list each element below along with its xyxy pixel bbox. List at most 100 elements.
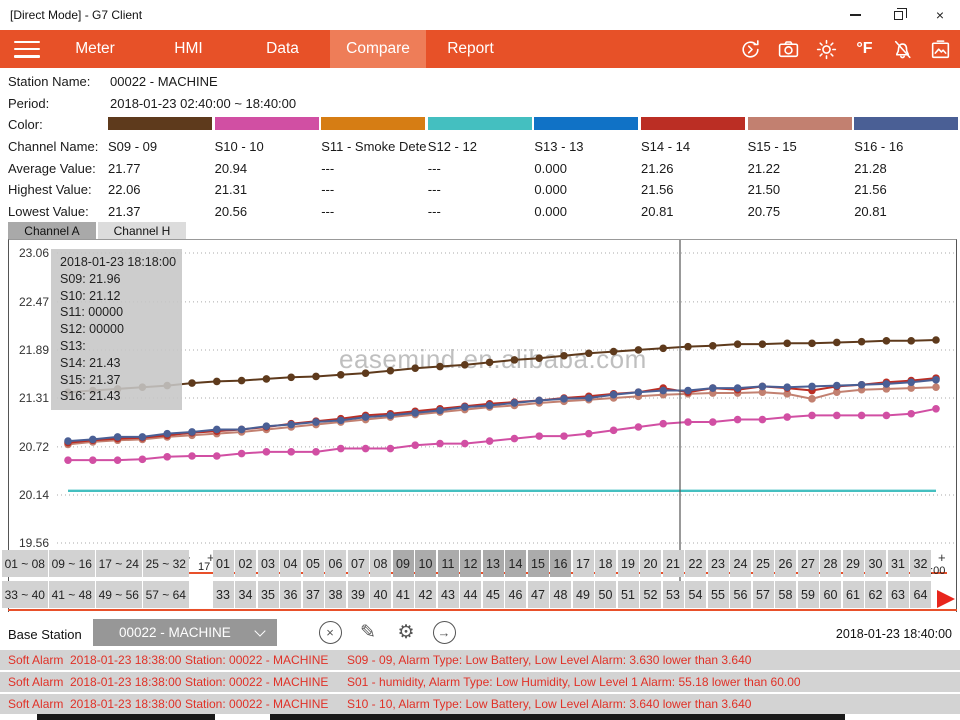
pencil-icon[interactable]: ✎ (355, 619, 381, 645)
scrollbar-segment[interactable] (270, 714, 845, 720)
channel-button-14[interactable]: 14 (505, 550, 526, 577)
channel-button-24[interactable]: 24 (730, 550, 751, 577)
nav-item-hmi[interactable]: HMI (166, 30, 211, 68)
channel-button-45[interactable]: 45 (483, 581, 504, 608)
tab-channel-a[interactable]: Channel A (8, 222, 96, 239)
channel-button-33[interactable]: 33 (213, 581, 234, 608)
channel-button-19[interactable]: 19 (618, 550, 639, 577)
channel-button-10[interactable]: 10 (415, 550, 436, 577)
channel-button-56[interactable]: 56 (730, 581, 751, 608)
channel-button-62[interactable]: 62 (865, 581, 886, 608)
channel-button-40[interactable]: 40 (370, 581, 391, 608)
channel-button-13[interactable]: 13 (483, 550, 504, 577)
close-button[interactable]: × (930, 6, 950, 24)
camera-icon[interactable] (777, 38, 800, 61)
menu-icon[interactable] (14, 41, 40, 58)
channel-button-39[interactable]: 39 (348, 581, 369, 608)
channel-button-64[interactable]: 64 (910, 581, 931, 608)
channel-button-60[interactable]: 60 (820, 581, 841, 608)
channel-button-11[interactable]: 11 (438, 550, 459, 577)
channel-button-05[interactable]: 05 (303, 550, 324, 577)
clear-circle-icon[interactable]: × (317, 619, 343, 645)
channel-button-22[interactable]: 22 (685, 550, 706, 577)
channel-group-button[interactable]: 41 ~ 48 (49, 581, 95, 608)
channel-button-46[interactable]: 46 (505, 581, 526, 608)
channel-button-34[interactable]: 34 (235, 581, 256, 608)
channel-button-35[interactable]: 35 (258, 581, 279, 608)
channel-group-button[interactable]: 49 ~ 56 (96, 581, 142, 608)
channel-button-58[interactable]: 58 (775, 581, 796, 608)
channel-button-07[interactable]: 07 (348, 550, 369, 577)
channel-button-52[interactable]: 52 (640, 581, 661, 608)
channel-group-button[interactable]: 01 ~ 08 (2, 550, 48, 577)
expand-plus-icon[interactable]: + (938, 550, 946, 565)
channel-button-15[interactable]: 15 (528, 550, 549, 577)
go-circle-icon[interactable]: → (431, 619, 457, 645)
minimize-button[interactable] (845, 6, 865, 24)
channel-button-18[interactable]: 18 (595, 550, 616, 577)
gear-icon[interactable]: ⚙ (393, 619, 419, 645)
channel-button-54[interactable]: 54 (685, 581, 706, 608)
channel-button-59[interactable]: 59 (798, 581, 819, 608)
restore-button[interactable] (888, 6, 908, 24)
brightness-icon[interactable] (815, 38, 838, 61)
channel-button-09[interactable]: 09 (393, 550, 414, 577)
channel-button-17[interactable]: 17 (573, 550, 594, 577)
image-box-icon[interactable] (929, 38, 952, 61)
channel-button-08[interactable]: 08 (370, 550, 391, 577)
channel-button-63[interactable]: 63 (888, 581, 909, 608)
channel-button-02[interactable]: 02 (235, 550, 256, 577)
channel-button-36[interactable]: 36 (280, 581, 301, 608)
alarm-row[interactable]: Soft Alarm2018-01-23 18:38:00Station: 00… (0, 650, 960, 670)
channel-group-button[interactable]: 17 ~ 24 (96, 550, 142, 577)
alarm-row[interactable]: Soft Alarm2018-01-23 18:38:00Station: 00… (0, 694, 960, 714)
channel-button-42[interactable]: 42 (415, 581, 436, 608)
channel-button-55[interactable]: 55 (708, 581, 729, 608)
alarm-row[interactable]: Soft Alarm2018-01-23 18:38:00Station: 00… (0, 672, 960, 692)
channel-button-37[interactable]: 37 (303, 581, 324, 608)
channel-button-51[interactable]: 51 (618, 581, 639, 608)
channel-button-12[interactable]: 12 (460, 550, 481, 577)
channel-button-48[interactable]: 48 (550, 581, 571, 608)
channel-button-29[interactable]: 29 (843, 550, 864, 577)
channel-button-32[interactable]: 32 (910, 550, 931, 577)
channel-button-28[interactable]: 28 (820, 550, 841, 577)
channel-button-53[interactable]: 53 (663, 581, 684, 608)
channel-button-16[interactable]: 16 (550, 550, 571, 577)
channel-button-25[interactable]: 25 (753, 550, 774, 577)
mute-bell-icon[interactable] (891, 38, 914, 61)
nav-item-data[interactable]: Data (259, 30, 306, 68)
scrollbar-segment[interactable] (37, 714, 215, 720)
channel-button-43[interactable]: 43 (438, 581, 459, 608)
channel-button-06[interactable]: 06 (325, 550, 346, 577)
channel-button-27[interactable]: 27 (798, 550, 819, 577)
channel-button-03[interactable]: 03 (258, 550, 279, 577)
tab-channel-h[interactable]: Channel H (98, 222, 186, 239)
channel-button-31[interactable]: 31 (888, 550, 909, 577)
next-page-arrow-icon[interactable] (937, 590, 955, 608)
nav-item-report[interactable]: Report (443, 30, 498, 68)
channel-button-04[interactable]: 04 (280, 550, 301, 577)
channel-button-61[interactable]: 61 (843, 581, 864, 608)
channel-group-button[interactable]: 33 ~ 40 (2, 581, 48, 608)
sync-icon[interactable] (739, 38, 762, 61)
channel-button-21[interactable]: 21 (663, 550, 684, 577)
channel-button-49[interactable]: 49 (573, 581, 594, 608)
channel-button-50[interactable]: 50 (595, 581, 616, 608)
channel-button-26[interactable]: 26 (775, 550, 796, 577)
fahrenheit-icon[interactable]: °F (853, 38, 876, 61)
nav-item-compare[interactable]: Compare (330, 30, 426, 68)
channel-button-44[interactable]: 44 (460, 581, 481, 608)
channel-button-01[interactable]: 01 (213, 550, 234, 577)
channel-group-button[interactable]: 25 ~ 32 (143, 550, 189, 577)
channel-group-button[interactable]: 09 ~ 16 (49, 550, 95, 577)
channel-button-47[interactable]: 47 (528, 581, 549, 608)
channel-button-20[interactable]: 20 (640, 550, 661, 577)
nav-item-meter[interactable]: Meter (70, 30, 120, 68)
channel-button-23[interactable]: 23 (708, 550, 729, 577)
channel-button-30[interactable]: 30 (865, 550, 886, 577)
channel-button-41[interactable]: 41 (393, 581, 414, 608)
channel-button-38[interactable]: 38 (325, 581, 346, 608)
channel-group-button[interactable]: 57 ~ 64 (143, 581, 189, 608)
channel-button-57[interactable]: 57 (753, 581, 774, 608)
